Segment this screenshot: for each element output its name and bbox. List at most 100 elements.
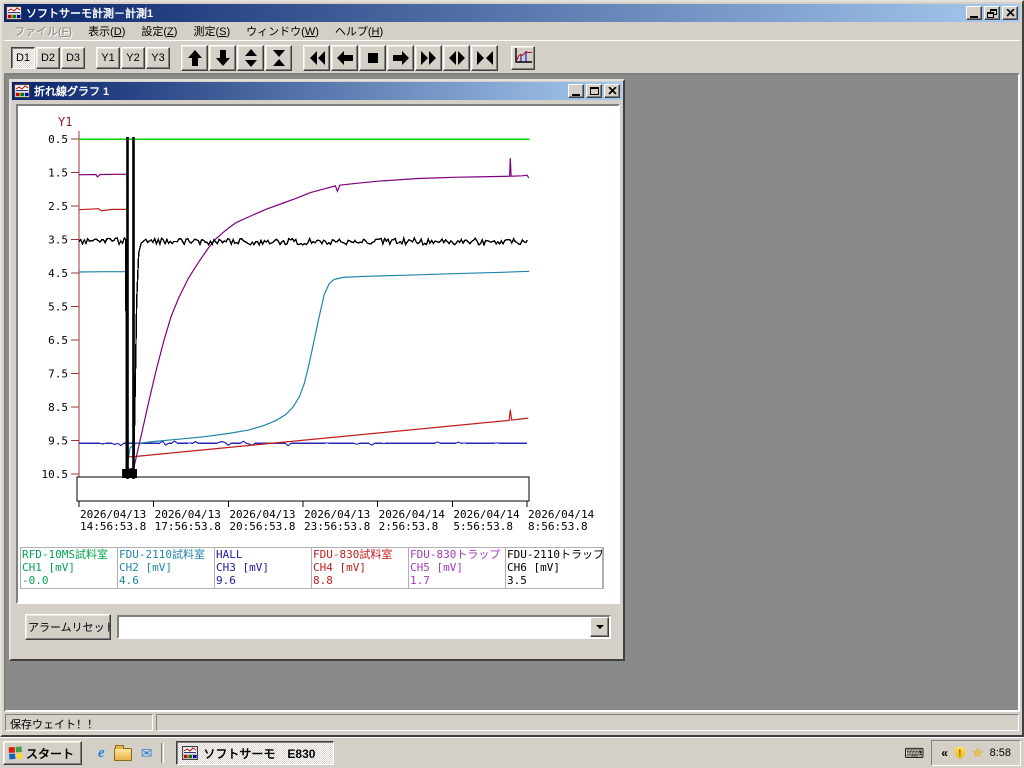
- svg-text:10.5: 10.5: [42, 468, 69, 481]
- graph-window-controls: [568, 84, 620, 98]
- keyboard-icon[interactable]: ⌨: [904, 745, 924, 762]
- toolbar-group: [181, 44, 293, 71]
- toolbar-button-compress-y[interactable]: [265, 44, 292, 71]
- menu-view[interactable]: 表示(D): [80, 21, 133, 41]
- taskbar: スタート e ✉ ソフトサーモ E830 ⌨ « ★ 8:58: [0, 737, 1024, 768]
- legend-name: FDU-830トラップ: [410, 548, 501, 561]
- graph-window-titlebar[interactable]: 折れ線グラフ 1: [12, 82, 622, 100]
- mdi-area: 折れ線グラフ 1 Y1 0.5 1.5 2.5 3.5 4.5 5.5 6.5 7.5 8.5 9.…: [4, 73, 1020, 712]
- svg-text:4.5: 4.5: [48, 267, 68, 280]
- security-shield-icon[interactable]: [953, 746, 966, 760]
- toolbar-button-y3[interactable]: Y3: [146, 46, 170, 69]
- toolbar-button-y2[interactable]: Y2: [121, 46, 145, 69]
- window-controls: [966, 6, 1018, 20]
- menu-measure[interactable]: 測定(S): [185, 21, 238, 41]
- graph-minimize-button[interactable]: [568, 84, 584, 98]
- close-icon: [607, 87, 617, 95]
- menu-settings[interactable]: 設定(Z): [133, 21, 185, 41]
- legend-value: -0.0: [22, 574, 49, 587]
- toolbar: D1 D2 D3 Y1 Y2 Y3: [4, 40, 1020, 74]
- toolbar-button-step-left[interactable]: [331, 44, 358, 71]
- toolbar-button-d1[interactable]: D1: [11, 46, 35, 69]
- star-icon[interactable]: ★: [972, 745, 984, 761]
- menu-window[interactable]: ウィンドウ(W): [238, 21, 327, 41]
- graph-maximize-button[interactable]: [586, 84, 602, 98]
- graph-window: 折れ線グラフ 1 Y1 0.5 1.5 2.5 3.5 4.5 5.5 6.5 7.5 8.5 9.…: [9, 79, 625, 661]
- taskbar-clock: 8:58: [989, 747, 1011, 759]
- toolbar-button-stop[interactable]: [359, 44, 386, 71]
- app-titlebar[interactable]: ソフトサーモ計測－計測1: [4, 4, 1020, 22]
- arrow-right-icon: [392, 50, 409, 65]
- svg-text:6.5: 6.5: [48, 334, 68, 347]
- legend-value: 9.6: [216, 574, 236, 587]
- alarm-combobox[interactable]: [117, 615, 611, 639]
- collapse-horizontal-icon: [476, 50, 493, 65]
- toolbar-button-fast-rewind[interactable]: [303, 44, 330, 71]
- legend-value: 3.5: [507, 574, 527, 587]
- toolbar-button-d3[interactable]: D3: [61, 46, 85, 69]
- svg-text:23:56:53.8: 23:56:53.8: [304, 520, 370, 533]
- chevron-down-icon: [595, 625, 604, 629]
- combobox-value[interactable]: [119, 617, 590, 637]
- legend-channel: CH2 [mV]: [119, 561, 172, 574]
- toolbar-button-scroll-down[interactable]: [209, 44, 236, 71]
- app-window: ソフトサーモ計測－計測1 ファイル(F) 表示(D) 設定(Z) 測定(S) ウィンドウ…: [0, 0, 1024, 737]
- combobox-dropdown-button[interactable]: [590, 617, 609, 637]
- screen: ソフトサーモ計測－計測1 ファイル(F) 表示(D) 設定(Z) 測定(S) ウィンドウ…: [0, 0, 1024, 768]
- double-right-icon: [420, 50, 436, 65]
- taskbar-app-button[interactable]: ソフトサーモ E830: [176, 741, 335, 765]
- alarm-reset-button[interactable]: アラームリセット: [25, 614, 111, 640]
- restore-button[interactable]: [984, 6, 1000, 20]
- svg-text:5:56:53.8: 5:56:53.8: [453, 520, 513, 533]
- close-button[interactable]: [1002, 6, 1018, 20]
- legend-name: FDU-2110トラップ: [507, 548, 603, 561]
- graph-icon: [513, 47, 533, 68]
- folder-icon[interactable]: [113, 744, 132, 761]
- close-icon: [1005, 9, 1015, 17]
- toolbar-button-compress-x[interactable]: [471, 44, 498, 71]
- graph-window-icon: [14, 84, 30, 98]
- toolbar-button-fast-forward[interactable]: [415, 44, 442, 71]
- toolbar-group: [303, 44, 499, 71]
- arrow-up-icon: [187, 49, 202, 66]
- legend-cell-ch1: RFD-10MS試料室 CH1 [mV] -0.0: [21, 548, 118, 588]
- tray-collapse-button[interactable]: «: [941, 746, 948, 760]
- svg-text:17:56:53.8: 17:56:53.8: [155, 520, 221, 533]
- menu-file: ファイル(F): [14, 26, 73, 38]
- toolbar-button-expand-x[interactable]: [443, 44, 470, 71]
- arrow-down-icon: [215, 49, 230, 66]
- stop-icon: [367, 52, 378, 63]
- expand-vertical-icon: [244, 48, 257, 67]
- internet-explorer-icon[interactable]: e: [98, 745, 105, 762]
- menu-help[interactable]: ヘルプ(H): [327, 21, 391, 41]
- svg-text:5.5: 5.5: [48, 301, 68, 314]
- legend-cell-ch5: FDU-830トラップ CH5 [mV] 1.7: [409, 548, 506, 588]
- minimize-icon: [572, 93, 580, 96]
- svg-text:9.5: 9.5: [48, 435, 68, 448]
- menu-bar: ファイル(F) 表示(D) 設定(Z) 測定(S) ウィンドウ(W) ヘルプ(H): [4, 22, 1020, 40]
- windows-logo-icon: [8, 746, 23, 760]
- legend-channel: CH1 [mV]: [22, 561, 75, 574]
- toolbar-group: Y1 Y2 Y3: [96, 46, 171, 69]
- toolbar-button-scroll-up[interactable]: [181, 44, 208, 71]
- legend-cell-ch4: FDU-830試料室 CH4 [mV] 8.8: [312, 548, 409, 588]
- expand-horizontal-icon: [448, 50, 465, 65]
- svg-text:8.5: 8.5: [48, 401, 68, 414]
- minimize-icon: [970, 15, 978, 18]
- toolbar-button-d2[interactable]: D2: [36, 46, 60, 69]
- legend-value: 1.7: [410, 574, 430, 587]
- toolbar-button-y1[interactable]: Y1: [96, 46, 120, 69]
- toolbar-button-graph-settings[interactable]: [511, 45, 535, 70]
- toolbar-button-step-right[interactable]: [387, 44, 414, 71]
- svg-text:20:56:53.8: 20:56:53.8: [229, 520, 295, 533]
- maximize-icon: [589, 87, 599, 95]
- start-button[interactable]: スタート: [3, 741, 83, 765]
- toolbar-button-expand-y[interactable]: [237, 44, 264, 71]
- mail-icon[interactable]: ✉: [141, 745, 153, 762]
- graph-close-button[interactable]: [604, 84, 620, 98]
- channel-legend: RFD-10MS試料室 CH1 [mV] -0.0 FDU-2110試料室 CH2 [m…: [20, 547, 604, 589]
- status-message: 保存ウェイト！！: [5, 714, 153, 731]
- svg-text:Y1: Y1: [58, 115, 72, 129]
- minimize-button[interactable]: [966, 6, 982, 20]
- restore-icon: [987, 8, 997, 18]
